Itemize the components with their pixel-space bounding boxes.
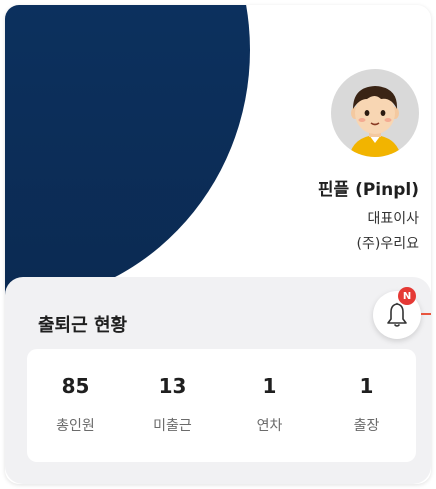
stat-value: 13 [158,374,187,398]
attendance-title: 출퇴근 현황 [38,315,128,336]
bell-icon [387,302,407,327]
attendance-panel: 출퇴근 현황 N 85 총인원 13 미출근 1 연차 1 출장 [5,277,431,484]
stat-label: 출장 [353,418,380,434]
notification-badge: N [398,287,416,305]
attendance-stats: 85 총인원 13 미출근 1 연차 1 출장 [27,349,416,462]
stat-value: 1 [359,374,374,398]
stat-label: 연차 [256,418,283,434]
avatar-illustration [349,86,401,157]
stat-label: 미출근 [153,418,192,434]
indicator-line [421,313,431,315]
avatar[interactable] [331,69,419,157]
hero-decoration [5,5,250,305]
stat-label: 총인원 [56,418,95,434]
stat-value: 1 [262,374,277,398]
stat-value: 85 [61,374,90,398]
profile-name: 핀플 (Pinpl) [317,180,419,200]
profile-company: (주)우리요 [356,236,419,252]
profile-card: 핀플 (Pinpl) 대표이사 (주)우리요 출퇴근 현황 N 85 총인원 1… [5,5,431,484]
profile-title: 대표이사 [367,211,419,227]
